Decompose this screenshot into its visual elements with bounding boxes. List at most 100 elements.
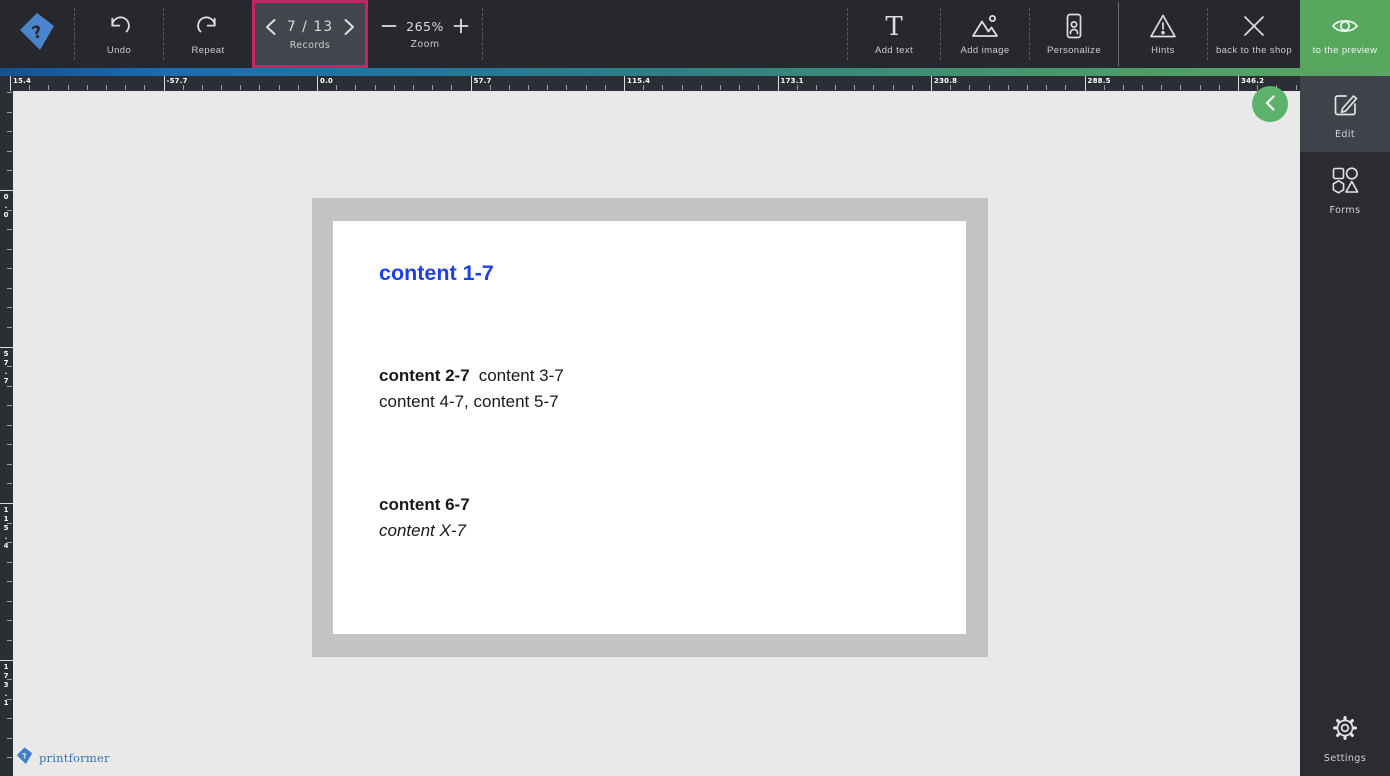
ruler-tick <box>7 718 12 720</box>
document-page[interactable]: content 1-7 content 2-7 content 3-7 conte… <box>333 221 966 634</box>
ruler-tick: 57.7 <box>473 77 492 85</box>
ruler-tick <box>7 385 12 387</box>
add-text-button[interactable]: T Add text <box>848 0 940 68</box>
ruler-tick <box>336 85 338 90</box>
ruler-tick: 115.4 <box>2 506 10 551</box>
ruler-tick <box>719 85 721 90</box>
ruler-tick <box>815 85 817 90</box>
shapes-icon <box>1330 165 1360 199</box>
ruler-tick <box>144 85 146 90</box>
ruler-tick <box>7 405 12 407</box>
personalize-button[interactable]: Personalize <box>1030 0 1118 68</box>
ruler-tick <box>412 85 414 90</box>
sidebar-settings-label: Settings <box>1323 752 1367 764</box>
collapse-sidebar-button[interactable] <box>1252 86 1288 122</box>
add-text-icon: T <box>880 12 908 40</box>
to-preview-button[interactable]: to the preview <box>1300 0 1390 68</box>
ruler-tick <box>7 248 12 250</box>
ruler-tick <box>7 92 12 94</box>
printformer-logo[interactable]: ? <box>0 0 74 68</box>
ruler-tick <box>1103 85 1105 90</box>
ruler-tick <box>355 85 357 90</box>
to-preview-label: to the preview <box>1312 45 1378 56</box>
add-image-button[interactable]: Add image <box>941 0 1029 68</box>
ruler-tick <box>7 737 12 739</box>
records-label: Records <box>289 39 331 51</box>
ruler-tick <box>566 85 568 90</box>
ruler-tick <box>1142 85 1144 90</box>
ruler-tick <box>700 85 702 90</box>
ruler-tick <box>777 76 779 91</box>
repeat-label: Repeat <box>191 45 225 56</box>
ruler-tick <box>7 463 12 465</box>
ruler-tick <box>1065 85 1067 90</box>
document-heading[interactable]: content 1-7 <box>379 261 494 286</box>
chevron-left-icon <box>1263 94 1277 115</box>
ruler-tick <box>7 111 12 113</box>
ruler-tick <box>854 85 856 90</box>
ruler-tick <box>7 639 12 641</box>
zoom-out-button[interactable] <box>381 18 397 34</box>
records-prev-button[interactable] <box>264 18 277 36</box>
ruler-tick <box>278 85 280 90</box>
ruler-tick <box>259 85 261 90</box>
ruler-tick <box>528 85 530 90</box>
ruler-tick <box>0 190 13 191</box>
ruler-tick <box>7 444 12 446</box>
ruler-tick: 346.2 <box>1241 77 1265 85</box>
printformer-logo-icon: ? <box>16 10 58 58</box>
add-image-icon <box>970 12 1000 40</box>
document-line-2-bold: content 2-7 <box>379 366 470 385</box>
ruler-tick: 15.4 <box>13 77 32 85</box>
undo-button[interactable]: Undo <box>75 0 163 68</box>
ruler-tick <box>892 85 894 90</box>
add-image-label: Add image <box>960 45 1010 56</box>
ruler-tick <box>163 76 165 91</box>
sidebar-item-edit[interactable]: Edit <box>1300 76 1390 152</box>
document-line-4[interactable]: content 6-7 <box>379 495 470 515</box>
ruler-tick <box>86 85 88 90</box>
sidebar-item-settings[interactable]: Settings <box>1300 700 1390 776</box>
back-to-shop-label: back to the shop <box>1215 45 1293 56</box>
artboard-bleed[interactable]: content 1-7 content 2-7 content 3-7 conte… <box>312 198 988 657</box>
hints-button[interactable]: Hints <box>1119 0 1207 68</box>
ruler-tick <box>489 85 491 90</box>
eye-icon <box>1330 12 1360 40</box>
ruler-tick <box>393 85 395 90</box>
document-line-5[interactable]: content X-7 <box>379 521 466 541</box>
sidebar-forms-label: Forms <box>1329 204 1361 216</box>
ruler-tick <box>7 307 12 309</box>
ruler-tick <box>643 85 645 90</box>
ruler-tick <box>10 76 11 91</box>
personalize-icon <box>1060 12 1088 40</box>
repeat-button[interactable]: Repeat <box>164 0 252 68</box>
ruler-tick <box>969 85 971 90</box>
ruler-tick <box>1046 85 1048 90</box>
records-next-button[interactable] <box>343 18 356 36</box>
back-to-shop-button[interactable]: back to the shop <box>1208 0 1300 68</box>
ruler-tick <box>796 85 798 90</box>
ruler-tick <box>7 170 12 172</box>
ruler-tick <box>1180 85 1182 90</box>
ruler-tick <box>7 150 12 152</box>
zoom-in-button[interactable] <box>453 18 469 34</box>
ruler-tick <box>7 424 12 426</box>
ruler-tick <box>240 85 242 90</box>
ruler-tick <box>7 229 12 231</box>
sidebar-item-forms[interactable]: Forms <box>1300 152 1390 228</box>
ruler-tick <box>7 620 12 622</box>
document-line-2[interactable]: content 2-7 content 3-7 <box>379 366 564 386</box>
vertical-ruler: 0.0 57.7 115.4 173.1 <box>0 91 13 776</box>
ruler-tick <box>585 85 587 90</box>
hints-label: Hints <box>1151 45 1175 56</box>
ruler-tick: 173.1 <box>2 662 10 708</box>
ruler-tick <box>604 85 606 90</box>
document-line-3[interactable]: content 4-7, content 5-7 <box>379 392 559 412</box>
ruler-tick <box>7 600 12 602</box>
ruler-tick <box>1199 85 1201 90</box>
ruler-tick <box>125 85 127 90</box>
warning-icon <box>1148 12 1178 40</box>
toolbar: ? Undo Repeat 7 / 13 Records 265% Zoom T… <box>0 0 1300 68</box>
ruler-tick <box>1084 76 1086 91</box>
